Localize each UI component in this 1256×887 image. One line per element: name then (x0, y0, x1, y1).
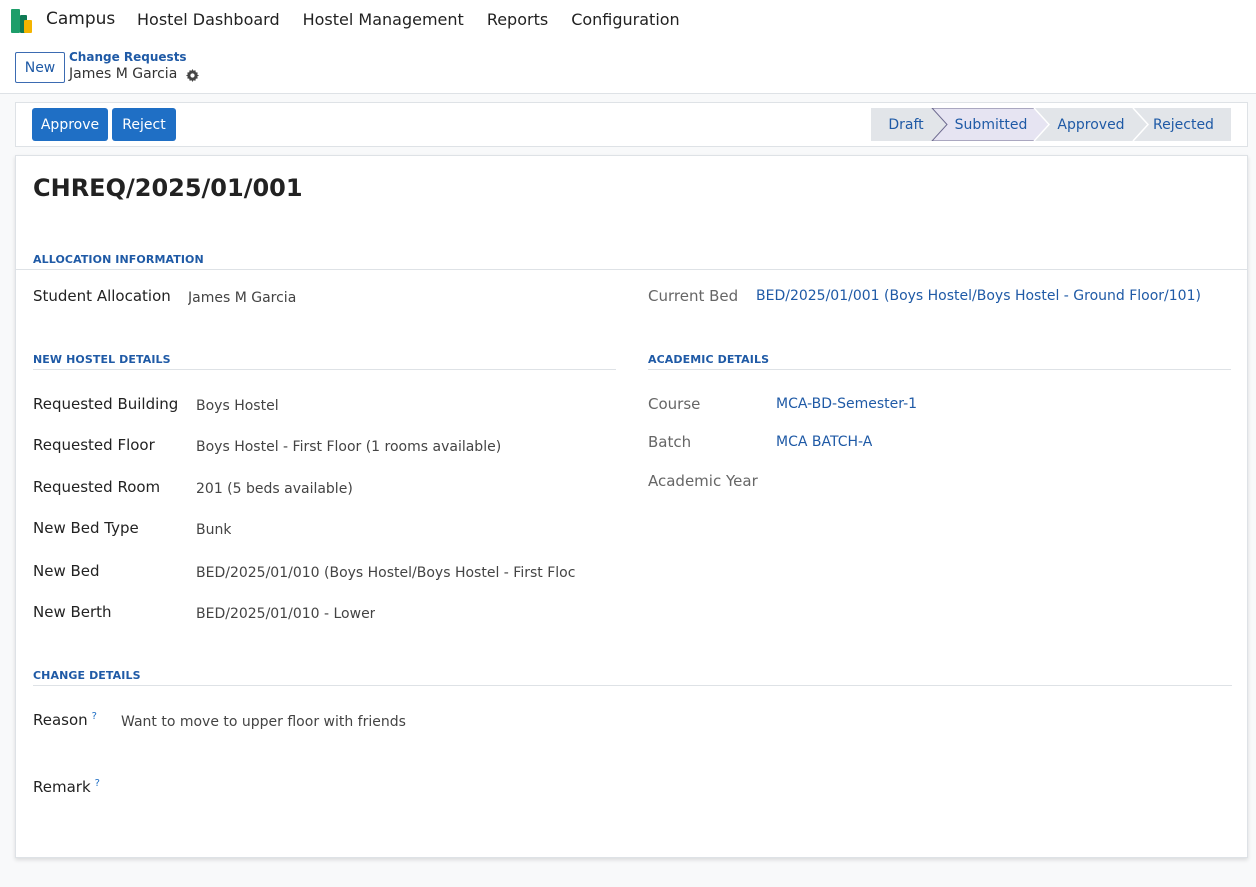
remark-label-text: Remark (33, 778, 91, 796)
section-change-title: CHANGE DETAILS (33, 669, 141, 682)
reason-help-icon[interactable]: ? (92, 711, 97, 722)
stage-rejected[interactable]: Rejected (1141, 108, 1226, 141)
current-bed-link[interactable]: BED/2025/01/001 (Boys Hostel/Boys Hostel… (756, 288, 1201, 304)
new-bed-field[interactable]: BED/2025/01/010 (Boys Hostel/Boys Hostel… (196, 565, 578, 581)
section-divider (33, 369, 616, 370)
new-bed-type-label: New Bed Type (33, 519, 139, 537)
main-menu: Hostel Dashboard Hostel Management Repor… (137, 10, 703, 29)
stage-approved[interactable]: Approved (1041, 108, 1141, 141)
app-name[interactable]: Campus (46, 9, 115, 29)
course-link[interactable]: MCA-BD-Semester-1 (776, 396, 917, 412)
section-allocation-title: ALLOCATION INFORMATION (33, 253, 204, 266)
course-label: Course (648, 395, 701, 413)
record-title: CHREQ/2025/01/001 (33, 174, 303, 202)
reason-label: Reason? (33, 711, 97, 729)
reason-label-text: Reason (33, 711, 88, 729)
remark-field[interactable] (121, 781, 621, 801)
new-berth-label: New Berth (33, 603, 112, 621)
approve-button[interactable]: Approve (32, 108, 108, 141)
new-berth-field[interactable]: BED/2025/01/010 - Lower (196, 606, 375, 622)
requested-room-label: Requested Room (33, 478, 161, 496)
student-allocation-label: Student Allocation (33, 287, 171, 305)
breadcrumb-current-record: James M Garcia (69, 66, 178, 82)
new-bed-type-field[interactable]: Bunk (196, 522, 231, 538)
requested-building-field[interactable]: Boys Hostel (196, 398, 279, 414)
section-divider (648, 369, 1231, 370)
requested-room-field[interactable]: 201 (5 beds available) (196, 481, 353, 497)
current-bed-label: Current Bed (648, 287, 739, 305)
new-bed-label: New Bed (33, 562, 100, 580)
reason-field[interactable]: Want to move to upper floor with friends (121, 714, 406, 730)
top-navbar: Campus Hostel Dashboard Hostel Managemen… (0, 0, 1256, 40)
reject-button[interactable]: Reject (112, 108, 176, 141)
new-button[interactable]: New (15, 52, 65, 83)
menu-configuration[interactable]: Configuration (571, 10, 680, 29)
section-divider (33, 685, 1232, 686)
control-panel: New Change Requests James M Garcia (0, 40, 1256, 94)
breadcrumb-change-requests[interactable]: Change Requests (69, 50, 187, 64)
stage-submitted[interactable]: Submitted (941, 108, 1041, 141)
status-bar: Approve Reject Draft Submitted Approved … (15, 102, 1248, 147)
menu-reports[interactable]: Reports (487, 10, 548, 29)
requested-building-label: Requested Building (33, 395, 179, 413)
section-academic-title: ACADEMIC DETAILS (648, 353, 770, 366)
requested-floor-label: Requested Floor (33, 436, 155, 454)
stage-pipeline: Draft Submitted Approved Rejected (871, 108, 1231, 141)
gear-icon[interactable] (186, 69, 199, 82)
menu-hostel-management[interactable]: Hostel Management (303, 10, 464, 29)
batch-link[interactable]: MCA BATCH-A (776, 434, 872, 450)
section-new-hostel-title: NEW HOSTEL DETAILS (33, 353, 171, 366)
student-allocation-field[interactable]: James M Garcia (188, 290, 296, 306)
batch-label: Batch (648, 433, 692, 451)
requested-floor-field[interactable]: Boys Hostel - First Floor (1 rooms avail… (196, 439, 501, 455)
menu-hostel-dashboard[interactable]: Hostel Dashboard (137, 10, 280, 29)
form-sheet: CHREQ/2025/01/001 ALLOCATION INFORMATION… (15, 155, 1248, 858)
campus-logo-icon[interactable] (11, 9, 33, 33)
remark-help-icon[interactable]: ? (95, 778, 100, 789)
academic-year-label: Academic Year (648, 472, 758, 490)
stage-draft[interactable]: Draft (871, 108, 941, 141)
section-divider (16, 269, 1247, 270)
remark-label: Remark? (33, 778, 100, 796)
